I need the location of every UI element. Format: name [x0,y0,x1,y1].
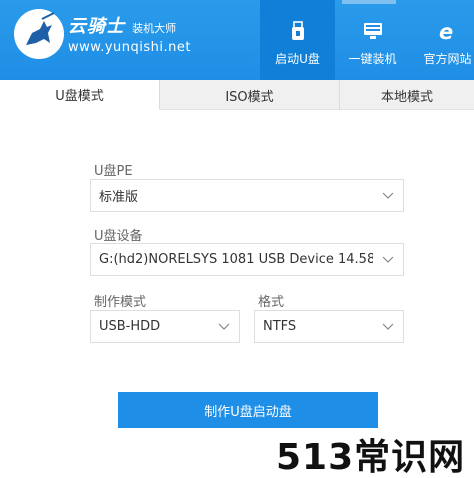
knight-logo-icon [14,9,64,59]
format-label: 格式 [258,295,285,310]
tab-iso-mode[interactable]: ISO模式 [160,80,340,110]
make-usb-boot-button[interactable]: 制作U盘启动盘 [118,392,378,428]
brand-block: 云骑士 装机大师 www.yunqishi.net [68,12,191,55]
site-watermark: 513常识网 [276,437,466,478]
pe-select-value: 标准版 [99,190,139,205]
app-header: 云骑士 装机大师 www.yunqishi.net 启动U盘 一键装机 e 官方… [0,0,474,80]
nav-item-usb-boot[interactable]: 启动U盘 [260,0,335,80]
pe-label: U盘PE [94,164,133,179]
chevron-down-icon [373,192,403,200]
format-select-value: NTFS [263,319,297,334]
nav-item-label: 启动U盘 [275,52,320,66]
device-select[interactable]: G:(hd2)NORELSYS 1081 USB Device 14.58 [90,243,404,276]
mode-select-value: USB-HDD [99,319,161,334]
nav-item-label: 一键装机 [348,52,397,66]
nav-item-one-click-install[interactable]: 一键装机 [335,0,410,80]
mode-select[interactable]: USB-HDD [90,310,240,343]
usb-drive-icon [287,20,309,42]
brand-url: www.yunqishi.net [68,40,191,55]
format-select[interactable]: NTFS [254,310,404,343]
svg-text:e: e [439,21,453,41]
mode-label: 制作模式 [94,295,147,310]
brand-subtitle: 装机大师 [132,22,177,35]
chevron-down-icon [373,323,403,331]
ie-browser-icon: e [437,20,459,42]
top-navigation: 启动U盘 一键装机 e 官方网站 [260,0,474,80]
nav-item-official-site[interactable]: e 官方网站 [410,0,474,80]
tab-local-mode[interactable]: 本地模式 [340,80,474,110]
monitor-icon [362,20,384,42]
pe-select[interactable]: 标准版 [90,179,404,212]
chevron-down-icon [209,323,239,331]
device-select-value: G:(hd2)NORELSYS 1081 USB Device 14.58 [99,252,373,267]
device-label: U盘设备 [94,229,143,244]
brand-name: 云骑士 [68,16,125,37]
chevron-down-icon [373,256,403,264]
mode-tabs: U盘模式 ISO模式 本地模式 [0,80,474,110]
tab-usb-mode[interactable]: U盘模式 [0,80,160,110]
nav-item-label: 官方网站 [423,52,472,66]
